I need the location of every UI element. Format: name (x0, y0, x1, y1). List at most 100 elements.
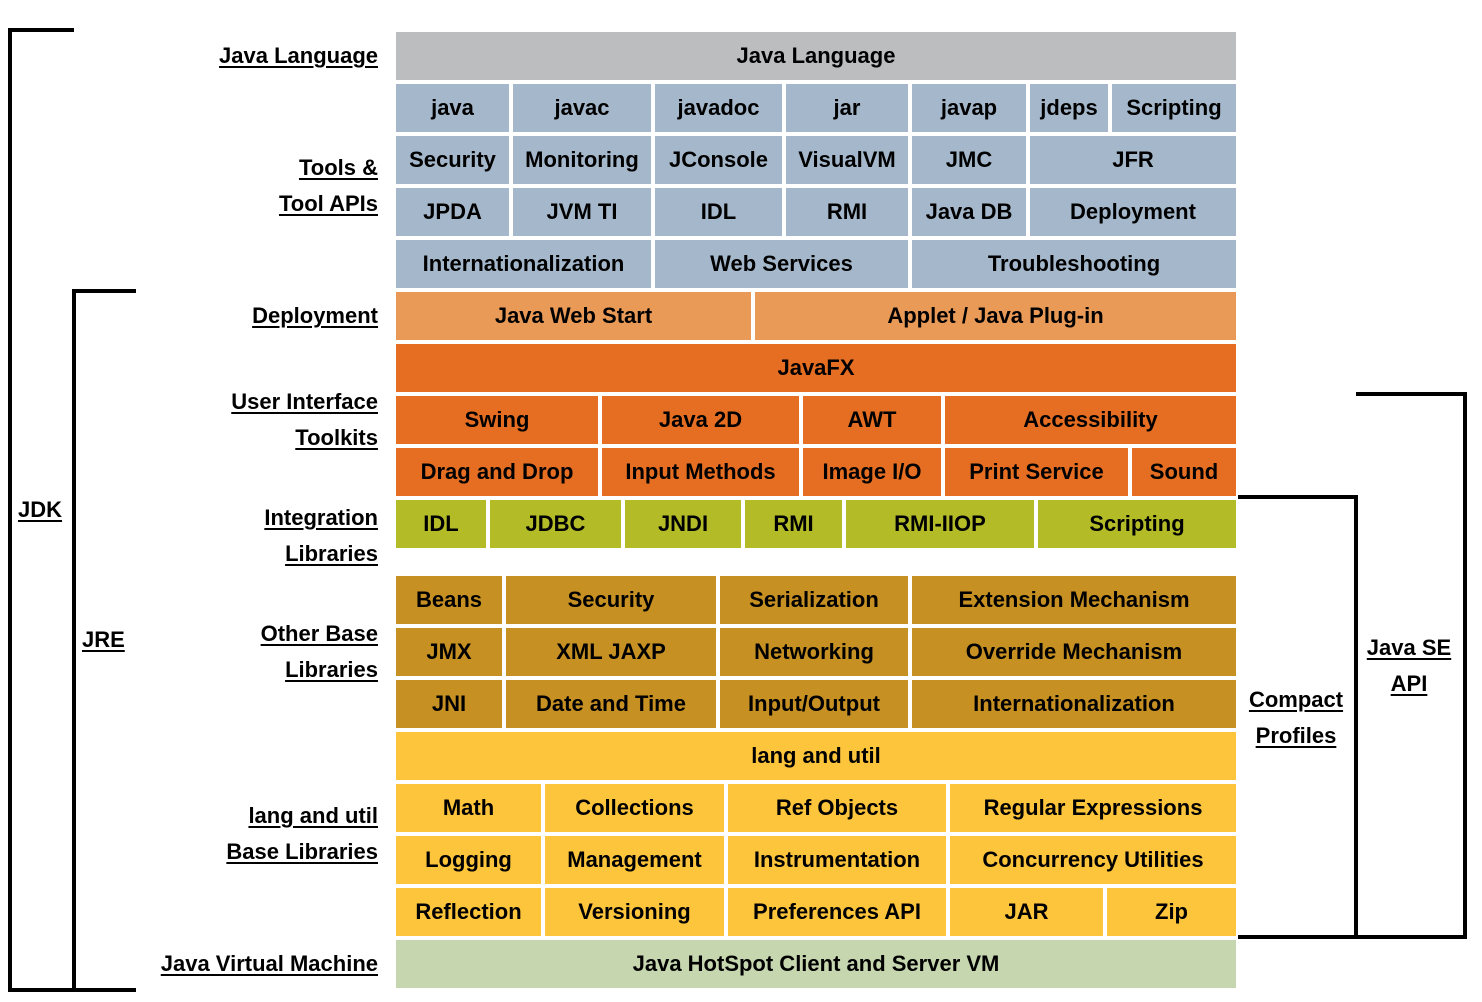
component-rmi[interactable]: RMI (745, 500, 842, 548)
label-ui-toolkits[interactable]: User Interface Toolkits (231, 384, 378, 456)
component-rmi[interactable]: RMI (786, 188, 908, 236)
layer-row-ui-toolkits: Swing Java 2D AWT Accessibility (396, 396, 1236, 444)
component-concurrency-utilities[interactable]: Concurrency Utilities (950, 836, 1236, 884)
component-security[interactable]: Security (396, 136, 509, 184)
component-jmx[interactable]: JMX (396, 628, 502, 676)
compact-profiles-line1: Compact (1248, 687, 1344, 712)
component-web-services[interactable]: Web Services (655, 240, 908, 288)
layer-row-integration: IDL JDBC JNDI RMI RMI-IIOP Scripting (396, 500, 1236, 548)
component-java-language[interactable]: Java Language (396, 32, 1236, 80)
component-java-db[interactable]: Java DB (912, 188, 1026, 236)
component-override-mechanism[interactable]: Override Mechanism (912, 628, 1236, 676)
component-idl[interactable]: IDL (396, 500, 486, 548)
layer-row-tools: Security Monitoring JConsole VisualVM JMC JFR (396, 136, 1236, 184)
label-tools[interactable]: Tools & Tool APIs (279, 150, 378, 222)
component-sound[interactable]: Sound (1132, 448, 1236, 496)
jre-bracket-top (72, 289, 136, 293)
component-swing[interactable]: Swing (396, 396, 598, 444)
component-reflection[interactable]: Reflection (396, 888, 541, 936)
component-instrumentation[interactable]: Instrumentation (728, 836, 946, 884)
label-deployment[interactable]: Deployment (252, 298, 378, 334)
component-deployment[interactable]: Deployment (1030, 188, 1236, 236)
component-zip[interactable]: Zip (1107, 888, 1236, 936)
label-integration-line2: Libraries (285, 541, 378, 566)
component-scripting[interactable]: Scripting (1112, 84, 1236, 132)
component-java-web-start[interactable]: Java Web Start (396, 292, 751, 340)
label-integration-libraries[interactable]: Integration Libraries (264, 500, 378, 572)
component-troubleshooting[interactable]: Troubleshooting (912, 240, 1236, 288)
label-tools-line2: Tool APIs (279, 191, 378, 216)
component-jar[interactable]: jar (786, 84, 908, 132)
component-jdeps[interactable]: jdeps (1030, 84, 1108, 132)
layer-row-tools: java javac javadoc jar javap jdeps Scripting (396, 84, 1236, 132)
label-lang-line2: Base Libraries (226, 839, 378, 864)
component-jmc[interactable]: JMC (912, 136, 1026, 184)
component-java-hotspot-client-and-server-vm[interactable]: Java HotSpot Client and Server VM (396, 940, 1236, 988)
component-collections[interactable]: Collections (545, 784, 724, 832)
component-jndi[interactable]: JNDI (625, 500, 741, 548)
component-java[interactable]: java (396, 84, 509, 132)
label-ui-line2: Toolkits (295, 425, 378, 450)
component-beans[interactable]: Beans (396, 576, 502, 624)
component-internationalization[interactable]: Internationalization (396, 240, 651, 288)
component-jni[interactable]: JNI (396, 680, 502, 728)
component-jfr[interactable]: JFR (1030, 136, 1236, 184)
component-rmi-iiop[interactable]: RMI-IIOP (846, 500, 1034, 548)
component-math[interactable]: Math (396, 784, 541, 832)
compact-profiles-label[interactable]: Compact Profiles (1240, 682, 1352, 754)
component-internationalization[interactable]: Internationalization (912, 680, 1236, 728)
component-extension-mechanism[interactable]: Extension Mechanism (912, 576, 1236, 624)
component-date-and-time[interactable]: Date and Time (506, 680, 716, 728)
label-lang-util-base-libraries[interactable]: lang and util Base Libraries (226, 798, 378, 870)
component-preferences-api[interactable]: Preferences API (728, 888, 946, 936)
component-input-output[interactable]: Input/Output (720, 680, 908, 728)
component-jar[interactable]: JAR (950, 888, 1103, 936)
component-regular-expressions[interactable]: Regular Expressions (950, 784, 1236, 832)
component-javap[interactable]: javap (912, 84, 1026, 132)
label-other-line1: Other Base (260, 621, 378, 646)
component-serialization[interactable]: Serialization (720, 576, 908, 624)
component-security[interactable]: Security (506, 576, 716, 624)
component-xml-jaxp[interactable]: XML JAXP (506, 628, 716, 676)
java-se-api-line2: API (1390, 671, 1428, 696)
component-idl[interactable]: IDL (655, 188, 782, 236)
component-jconsole[interactable]: JConsole (655, 136, 782, 184)
layer-row-other-base: JNI Date and Time Input/Output Internationa… (396, 680, 1236, 728)
component-versioning[interactable]: Versioning (545, 888, 724, 936)
component-management[interactable]: Management (545, 836, 724, 884)
component-input-methods[interactable]: Input Methods (602, 448, 799, 496)
component-networking[interactable]: Networking (720, 628, 908, 676)
label-integration-line1: Integration (264, 505, 378, 530)
component-jpda[interactable]: JPDA (396, 188, 509, 236)
component-monitoring[interactable]: Monitoring (513, 136, 651, 184)
layer-row-lang-util: Logging Management Instrumentation Concurre… (396, 836, 1236, 884)
component-javadoc[interactable]: javadoc (655, 84, 782, 132)
component-lang-and-util[interactable]: lang and util (396, 732, 1236, 780)
component-ref-objects[interactable]: Ref Objects (728, 784, 946, 832)
component-drag-and-drop[interactable]: Drag and Drop (396, 448, 598, 496)
component-java-2d[interactable]: Java 2D (602, 396, 799, 444)
jdk-label[interactable]: JDK (18, 492, 62, 528)
component-visualvm[interactable]: VisualVM (786, 136, 908, 184)
component-javafx[interactable]: JavaFX (396, 344, 1236, 392)
component-awt[interactable]: AWT (803, 396, 941, 444)
jdk-bracket-top (8, 28, 74, 32)
java-se-api-label[interactable]: Java SE API (1358, 630, 1460, 702)
layer-row-deployment: Java Web Start Applet / Java Plug-in (396, 292, 1236, 340)
component-accessibility[interactable]: Accessibility (945, 396, 1236, 444)
component-scripting[interactable]: Scripting (1038, 500, 1236, 548)
label-tools-line1: Tools & (298, 155, 378, 180)
component-logging[interactable]: Logging (396, 836, 541, 884)
java-se-api-line1: Java SE (1366, 635, 1452, 660)
component-javac[interactable]: javac (513, 84, 651, 132)
label-ui-line1: User Interface (231, 389, 378, 414)
component-jvm-ti[interactable]: JVM TI (513, 188, 651, 236)
label-other-base-libraries[interactable]: Other Base Libraries (261, 616, 378, 688)
component-print-service[interactable]: Print Service (945, 448, 1128, 496)
component-image-i-o[interactable]: Image I/O (803, 448, 941, 496)
jre-label[interactable]: JRE (82, 622, 125, 658)
label-java-language[interactable]: Java Language (219, 38, 378, 74)
component-applet-java-plug-in[interactable]: Applet / Java Plug-in (755, 292, 1236, 340)
label-java-virtual-machine[interactable]: Java Virtual Machine (161, 946, 378, 982)
component-jdbc[interactable]: JDBC (490, 500, 621, 548)
